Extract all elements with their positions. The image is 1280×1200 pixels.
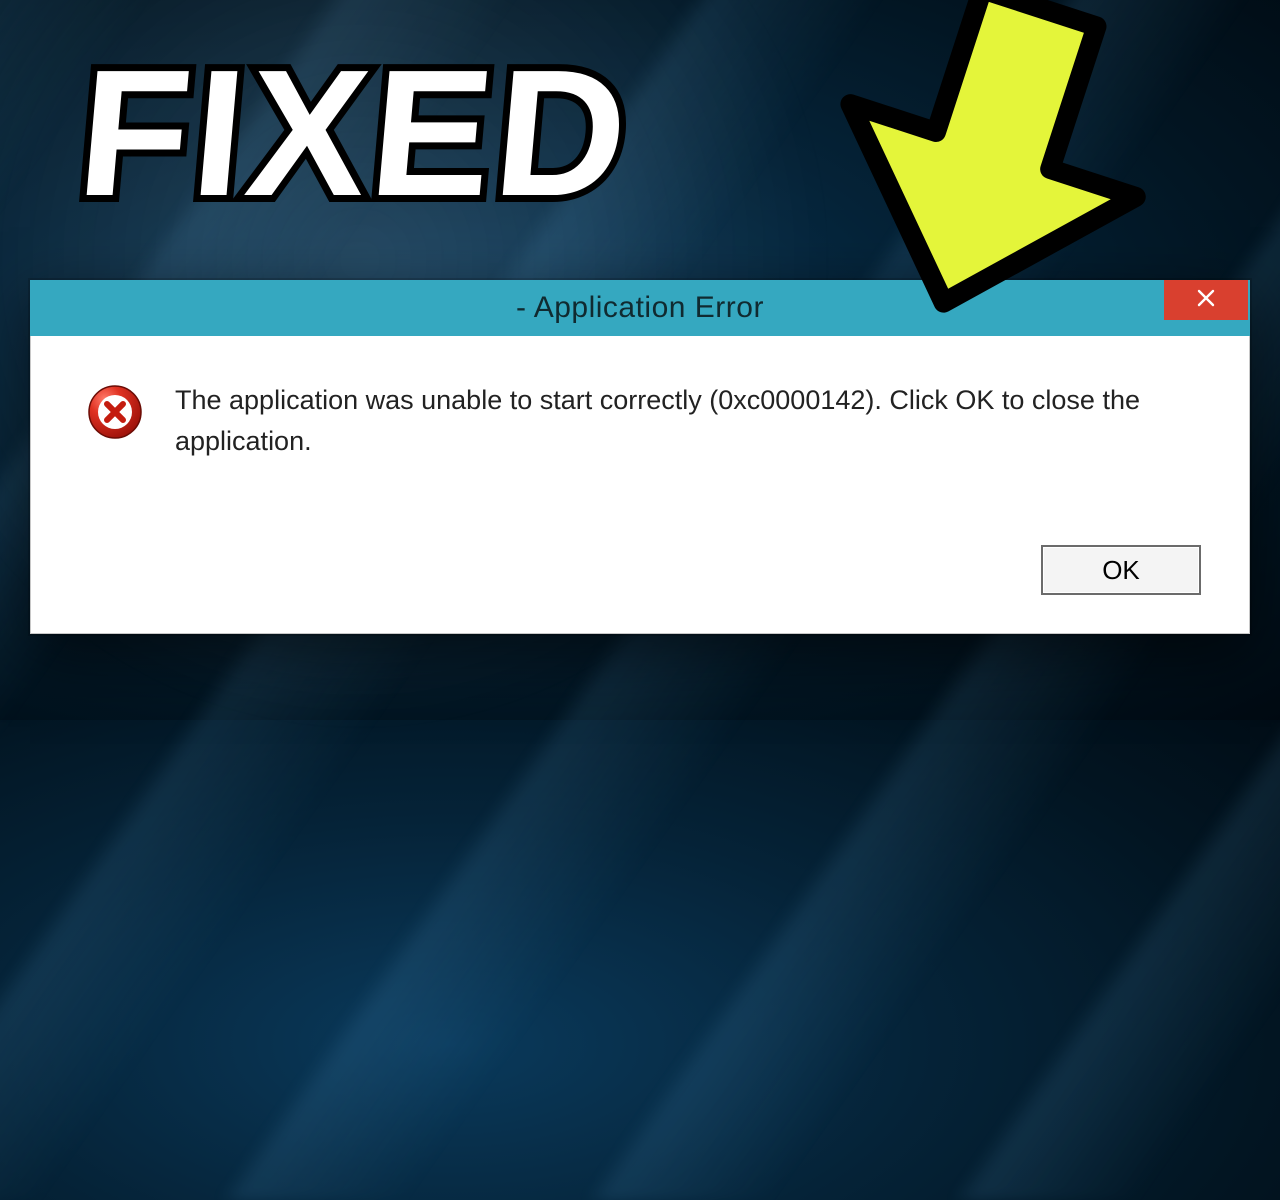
dialog-message: The application was unable to start corr… bbox=[175, 378, 1201, 515]
dialog-body: The application was unable to start corr… bbox=[30, 336, 1250, 546]
error-icon bbox=[87, 384, 143, 440]
ok-button[interactable]: OK bbox=[1041, 545, 1201, 595]
dialog-button-row: OK bbox=[30, 545, 1250, 634]
arrow-down-icon bbox=[760, 0, 1220, 340]
overlay-headline: FIXED bbox=[71, 30, 639, 237]
